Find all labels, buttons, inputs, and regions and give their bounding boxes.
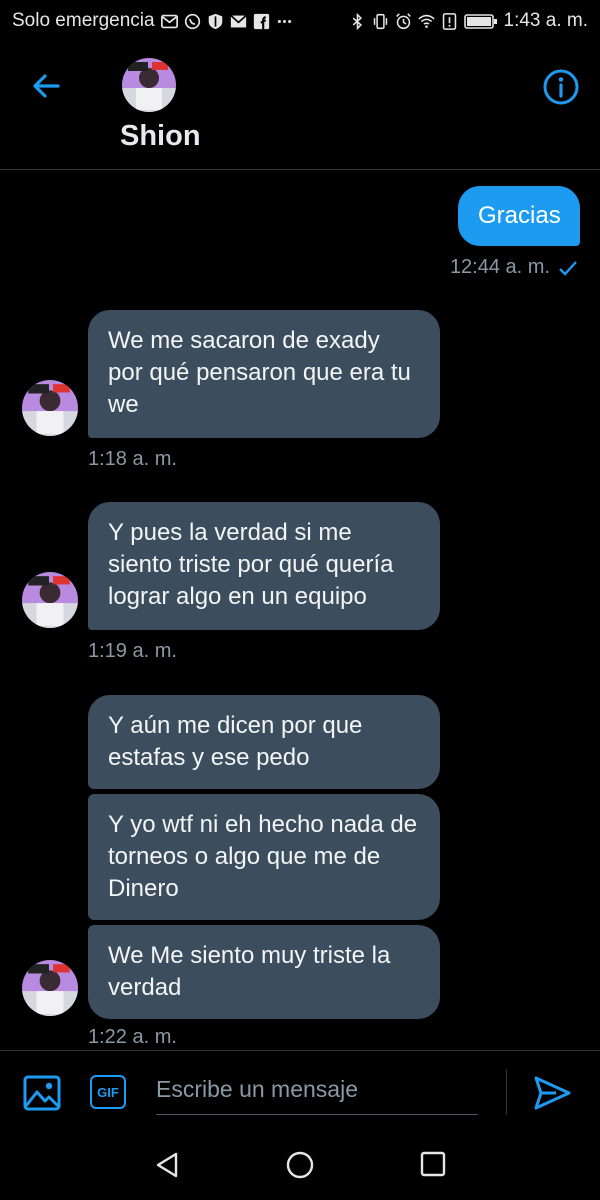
wifi-icon: [417, 14, 435, 28]
carrier-label: Solo emergencia: [12, 10, 155, 31]
shield-icon: [208, 13, 222, 29]
conversation-header: Shion: [0, 42, 600, 170]
bluetooth-icon: [352, 12, 362, 30]
message-text: Gracias: [478, 202, 561, 229]
message-bubble-incoming[interactable]: We Me siento muy triste la verdad: [88, 925, 440, 1019]
avatar[interactable]: [22, 380, 78, 436]
nav-recent-apps-icon[interactable]: [420, 1151, 446, 1177]
avatar-image: [122, 58, 176, 112]
message-text: Y pues la verdad si me siento triste por…: [108, 519, 394, 610]
checkmark-icon: [559, 261, 577, 276]
message-timestamp: 1:22 a. m.: [88, 1026, 177, 1048]
nav-back-icon[interactable]: [152, 1150, 182, 1180]
message-text: We me sacaron de exady por qué pensaron …: [108, 327, 411, 418]
whatsapp-icon: [184, 13, 200, 29]
nav-home-icon[interactable]: [285, 1150, 315, 1180]
message-text: We Me siento muy triste la verdad: [108, 942, 391, 1001]
message-input[interactable]: [156, 1065, 478, 1115]
alarm-icon: [395, 12, 411, 29]
message-thread[interactable]: Gracias 12:44 a. m. We me sacaron de exa…: [0, 170, 600, 1050]
compose-bar: GIF: [0, 1050, 600, 1132]
system-navigation-bar: [0, 1132, 600, 1200]
info-icon[interactable]: [542, 68, 580, 106]
message-bubble-incoming[interactable]: Y aún me dicen por que estafas y ese ped…: [88, 695, 440, 789]
message-timestamp: 12:44 a. m.: [449, 256, 550, 278]
more-dots-icon: [277, 19, 291, 23]
gmail-icon: [160, 14, 178, 28]
avatar[interactable]: [22, 960, 78, 1016]
status-bar: Solo emergencia 1:43 a. m.: [0, 0, 600, 42]
contact-name[interactable]: Shion: [120, 120, 201, 153]
send-icon[interactable]: [532, 1073, 572, 1113]
clock: 1:43 a. m.: [503, 10, 589, 31]
gif-button[interactable]: GIF: [90, 1075, 126, 1109]
image-icon[interactable]: [22, 1073, 62, 1113]
message-text: Y yo wtf ni eh hecho nada de torneos o a…: [108, 811, 418, 902]
battery-icon: [463, 13, 497, 29]
alert-icon: [442, 12, 456, 30]
message-timestamp: 1:18 a. m.: [88, 448, 177, 470]
mail-icon: [229, 14, 247, 27]
message-bubble-outgoing[interactable]: Gracias: [458, 186, 580, 246]
message-bubble-incoming[interactable]: Y pues la verdad si me siento triste por…: [88, 502, 440, 630]
avatar[interactable]: [22, 572, 78, 628]
message-bubble-incoming[interactable]: We me sacaron de exady por qué pensaron …: [88, 310, 440, 438]
facebook-icon: [253, 13, 269, 29]
arrow-left-icon[interactable]: [28, 68, 64, 104]
divider: [506, 1069, 507, 1115]
vibrate-icon: [373, 13, 387, 29]
message-text: Y aún me dicen por que estafas y ese ped…: [108, 712, 363, 771]
message-bubble-incoming[interactable]: Y yo wtf ni eh hecho nada de torneos o a…: [88, 794, 440, 920]
avatar[interactable]: [122, 58, 176, 112]
message-timestamp: 1:19 a. m.: [88, 640, 177, 662]
